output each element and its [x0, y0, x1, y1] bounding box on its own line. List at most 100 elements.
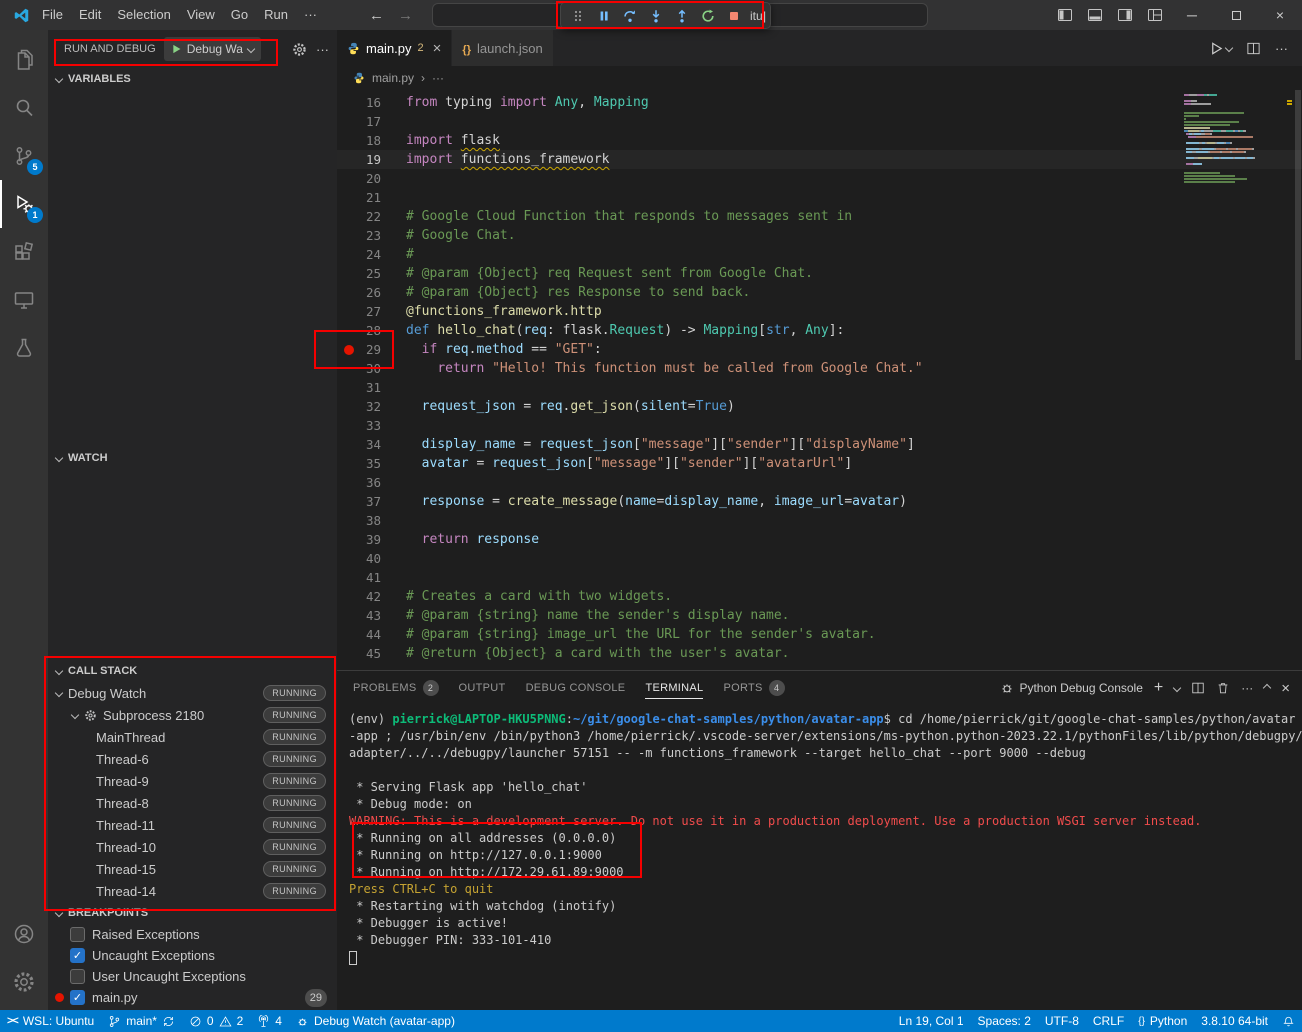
- gutter[interactable]: 40: [337, 549, 406, 568]
- gutter[interactable]: 22: [337, 207, 406, 226]
- step-out-button[interactable]: [669, 4, 694, 27]
- code-editor[interactable]: 16from typing import Any, Mapping1718imp…: [337, 90, 1302, 670]
- panel-tab-problems[interactable]: PROBLEMS2: [353, 671, 439, 705]
- menu-edit[interactable]: Edit: [71, 0, 109, 30]
- breakpoint-checkbox[interactable]: [70, 927, 85, 942]
- code-line[interactable]: 38: [337, 511, 1302, 530]
- code-line[interactable]: 28def hello_chat(req: flask.Request) -> …: [337, 321, 1302, 340]
- gutter[interactable]: 25: [337, 264, 406, 283]
- gutter[interactable]: 37: [337, 492, 406, 511]
- close-button[interactable]: ×: [1258, 0, 1302, 30]
- editor-scrollbar[interactable]: [1295, 90, 1301, 360]
- explorer-icon[interactable]: [0, 36, 48, 84]
- code-line[interactable]: 37 response = create_message(name=displa…: [337, 492, 1302, 511]
- breakpoint-checkbox[interactable]: ✓: [70, 948, 85, 963]
- gutter[interactable]: 44: [337, 625, 406, 644]
- call-stack-item[interactable]: Thread-11RUNNING: [48, 814, 337, 836]
- breakpoint-checkbox[interactable]: [70, 969, 85, 984]
- pause-button[interactable]: [591, 4, 616, 27]
- sidebar-more-actions[interactable]: ···: [316, 42, 329, 57]
- gutter[interactable]: 35: [337, 454, 406, 473]
- panel-tab-terminal[interactable]: TERMINAL: [645, 671, 703, 705]
- tab-main-py[interactable]: main.py2×: [337, 30, 452, 66]
- split-editor-icon[interactable]: [1246, 41, 1261, 56]
- gutter[interactable]: 23: [337, 226, 406, 245]
- code-line[interactable]: 45# @return {Object} a card with the use…: [337, 644, 1302, 663]
- gutter[interactable]: 33: [337, 416, 406, 435]
- minimap[interactable]: [1184, 94, 1292, 184]
- code-line[interactable]: 31: [337, 378, 1302, 397]
- gutter[interactable]: 24: [337, 245, 406, 264]
- status-debug[interactable]: Debug Watch (avatar-app): [289, 1010, 462, 1032]
- call-stack-item[interactable]: Debug WatchRUNNING: [48, 682, 337, 704]
- maximize-button[interactable]: [1214, 0, 1258, 30]
- terminal-dropdown-chevron-icon[interactable]: [1173, 684, 1181, 692]
- status-cursor-position[interactable]: Ln 19, Col 1: [892, 1010, 971, 1032]
- close-icon[interactable]: ×: [433, 40, 442, 57]
- back-button[interactable]: ←: [369, 7, 384, 24]
- new-terminal-button[interactable]: +: [1154, 679, 1163, 697]
- call-stack-item[interactable]: Subprocess 2180RUNNING: [48, 704, 337, 726]
- step-over-button[interactable]: [617, 4, 642, 27]
- debug-settings-gear-icon[interactable]: [292, 42, 307, 57]
- menu-file[interactable]: File: [34, 0, 71, 30]
- call-stack-item[interactable]: Thread-10RUNNING: [48, 836, 337, 858]
- menu-more[interactable]: ···: [296, 0, 325, 30]
- code-line[interactable]: 39 return response: [337, 530, 1302, 549]
- gutter[interactable]: 18: [337, 131, 406, 150]
- panel-tab-ports[interactable]: PORTS4: [723, 671, 784, 705]
- gutter[interactable]: 26: [337, 283, 406, 302]
- menu-selection[interactable]: Selection: [109, 0, 178, 30]
- status-encoding[interactable]: UTF-8: [1038, 1010, 1086, 1032]
- breadcrumb-file[interactable]: main.py: [372, 71, 414, 85]
- call-stack-item[interactable]: Thread-14RUNNING: [48, 880, 337, 902]
- code-line[interactable]: 33: [337, 416, 1302, 435]
- close-panel-icon[interactable]: ×: [1281, 680, 1290, 697]
- panel-tab-debug-console[interactable]: DEBUG CONSOLE: [526, 671, 626, 705]
- step-into-button[interactable]: [643, 4, 668, 27]
- gutter[interactable]: 28: [337, 321, 406, 340]
- tab-launch-json[interactable]: {}launch.json: [452, 30, 553, 66]
- status-branch[interactable]: main*: [101, 1010, 182, 1032]
- panel-tab-output[interactable]: OUTPUT: [459, 671, 506, 705]
- breadcrumb-more[interactable]: ···: [432, 71, 444, 85]
- gutter[interactable]: 38: [337, 511, 406, 530]
- code-line[interactable]: 29 if req.method == "GET":: [337, 340, 1302, 359]
- gutter[interactable]: 30: [337, 359, 406, 378]
- code-line[interactable]: 23# Google Chat.: [337, 226, 1302, 245]
- code-line[interactable]: 43# @param {string} name the sender's di…: [337, 606, 1302, 625]
- gutter[interactable]: 45: [337, 644, 406, 663]
- launch-config-dropdown[interactable]: Debug Wa: [164, 37, 261, 61]
- call-stack-item[interactable]: Thread-8RUNNING: [48, 792, 337, 814]
- testing-icon[interactable]: [0, 324, 48, 372]
- kill-terminal-trash-icon[interactable]: [1216, 681, 1230, 695]
- gutter[interactable]: 36: [337, 473, 406, 492]
- menu-view[interactable]: View: [179, 0, 223, 30]
- breakpoint-item[interactable]: ✓Uncaught Exceptions: [48, 945, 337, 966]
- code-line[interactable]: 16from typing import Any, Mapping: [337, 93, 1302, 112]
- variables-section-header[interactable]: VARIABLES: [48, 68, 337, 90]
- code-line[interactable]: 34 display_name = request_json["message"…: [337, 435, 1302, 454]
- gutter[interactable]: 16: [337, 93, 406, 112]
- gutter[interactable]: 32: [337, 397, 406, 416]
- code-line[interactable]: 40: [337, 549, 1302, 568]
- watch-section-header[interactable]: WATCH: [48, 447, 337, 469]
- toggle-sidebar-icon[interactable]: [1050, 0, 1080, 30]
- gutter[interactable]: 27: [337, 302, 406, 321]
- code-line[interactable]: 27@functions_framework.http: [337, 302, 1302, 321]
- status-indentation[interactable]: Spaces: 2: [971, 1010, 1038, 1032]
- status-language[interactable]: {}Python: [1131, 1010, 1194, 1032]
- status-remote[interactable]: ><WSL: Ubuntu: [0, 1010, 101, 1032]
- status-ports[interactable]: 4: [250, 1010, 289, 1032]
- toggle-secondary-sidebar-icon[interactable]: [1110, 0, 1140, 30]
- remote-explorer-icon[interactable]: [0, 276, 48, 324]
- breakpoint-item[interactable]: ✓main.py29: [48, 987, 337, 1008]
- status-notifications[interactable]: [1275, 1010, 1302, 1032]
- code-line[interactable]: 21: [337, 188, 1302, 207]
- customize-layout-icon[interactable]: [1140, 0, 1170, 30]
- gutter[interactable]: 42: [337, 587, 406, 606]
- code-line[interactable]: 25# @param {Object} req Request sent fro…: [337, 264, 1302, 283]
- gutter[interactable]: 34: [337, 435, 406, 454]
- code-line[interactable]: 41: [337, 568, 1302, 587]
- call-stack-item[interactable]: MainThreadRUNNING: [48, 726, 337, 748]
